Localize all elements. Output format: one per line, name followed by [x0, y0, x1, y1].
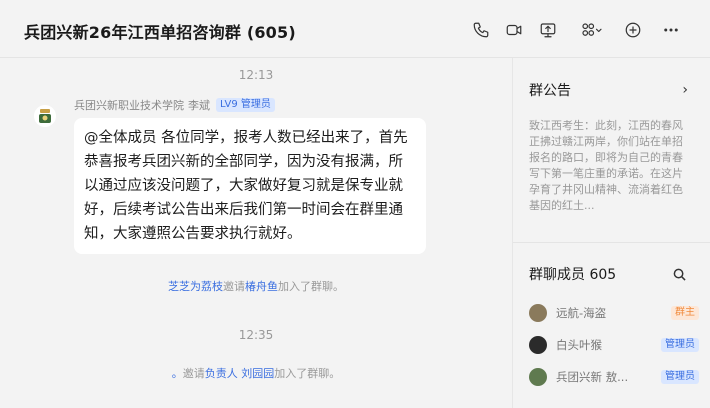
member-item[interactable]: 兵团兴新 敖... 管理员 — [529, 366, 699, 388]
search-icon[interactable] — [673, 266, 686, 285]
invitee-link[interactable]: 椿舟鱼 — [245, 280, 278, 293]
join-suffix: 加入了群聊。 — [274, 367, 341, 380]
invite-verb: 邀请 — [182, 367, 205, 380]
members-title: 群聊成员 605 — [529, 267, 617, 283]
admin-badge: 管理员 — [661, 338, 699, 352]
member-name: 兵团兴新 敖... — [556, 370, 629, 384]
inviter-link[interactable]: 。 — [172, 367, 183, 380]
notice-content[interactable]: 致江西考生：此刻，江西的春风正拂过赣江两岸，你们站在单招报名的路口，即将为自己的… — [529, 118, 691, 214]
more-icon[interactable] — [660, 20, 682, 40]
timestamp: 12:35 — [238, 328, 274, 342]
system-message-join-2: 。邀请负责人 刘园园加入了群聊。 — [0, 365, 512, 381]
avatar — [529, 368, 547, 386]
timestamp: 12:13 — [238, 68, 274, 82]
chat-window: 兵团兴新26年江西单招咨询群 (605) 12:13 兵团兴新职业技术学院 李斌… — [0, 0, 710, 408]
group-info-panel: 群公告 › 致江西考生：此刻，江西的春风正拂过赣江两岸，你们站在单招报名的路口，… — [512, 58, 710, 408]
system-message-join-1: 芝芝为荔枝邀请椿舟鱼加入了群聊。 — [0, 278, 512, 294]
sender-avatar[interactable] — [34, 105, 56, 127]
owner-badge: 群主 — [671, 306, 699, 320]
divider — [513, 242, 710, 243]
chat-header: 兵团兴新26年江西单招咨询群 (605) — [0, 0, 710, 58]
join-suffix: 加入了群聊。 — [278, 280, 344, 293]
admin-badge: 管理员 — [661, 370, 699, 384]
screen-share-icon[interactable] — [537, 20, 559, 40]
member-item[interactable]: 白头叶猴 管理员 — [529, 334, 699, 356]
video-icon[interactable] — [503, 20, 525, 40]
add-icon[interactable] — [622, 20, 644, 40]
apps-menu-icon[interactable] — [577, 20, 607, 40]
member-name: 白头叶猴 — [556, 338, 602, 352]
message-bubble[interactable]: @全体成员 各位同学，报考人数已经出来了，首先恭喜报考兵团兴新的全部同学，因为没… — [74, 118, 426, 254]
avatar — [529, 336, 547, 354]
sender-nick[interactable]: 李斌 — [188, 97, 210, 113]
sender-line: 兵团兴新职业技术学院 李斌 LV9 管理员 — [74, 97, 275, 113]
inviter-link[interactable]: 芝芝为荔枝 — [168, 280, 223, 293]
member-item[interactable]: 远航-海盗 群主 — [529, 302, 699, 324]
chevron-right-icon[interactable]: › — [682, 82, 688, 98]
avatar — [529, 304, 547, 322]
notice-title[interactable]: 群公告 — [529, 80, 571, 100]
invitee-link[interactable]: 负责人 刘园园 — [205, 367, 275, 380]
invite-verb: 邀请 — [223, 280, 245, 293]
member-name: 远航-海盗 — [556, 306, 607, 320]
admin-badge: LV9 管理员 — [216, 98, 275, 112]
sender-name[interactable]: 兵团兴新职业技术学院 — [74, 97, 184, 113]
group-title: 兵团兴新26年江西单招咨询群 (605) — [24, 23, 296, 42]
phone-icon[interactable] — [470, 20, 492, 40]
message-list[interactable]: 12:13 兵团兴新职业技术学院 李斌 LV9 管理员 @全体成员 各位同学，报… — [0, 58, 512, 408]
